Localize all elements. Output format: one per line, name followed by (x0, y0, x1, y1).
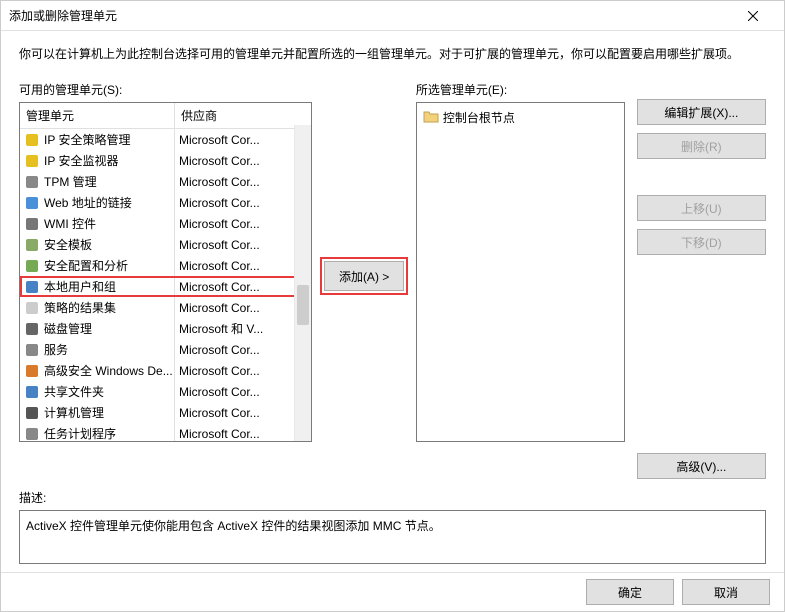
snapin-name: 策略的结果集 (44, 299, 116, 316)
snapin-name: 本地用户和组 (44, 278, 116, 295)
snapin-icon (24, 426, 40, 442)
move-down-button[interactable]: 下移(D) (637, 229, 766, 255)
snapin-vendor: Microsoft Cor... (175, 278, 311, 296)
snapin-icon (24, 153, 40, 169)
list-item[interactable]: 安全模板 Microsoft Cor... (20, 234, 311, 255)
list-item[interactable]: 本地用户和组 Microsoft Cor... (20, 276, 311, 297)
snapin-name: 高级安全 Windows De... (44, 362, 173, 379)
scrollbar-thumb[interactable] (297, 285, 309, 325)
edit-extensions-button[interactable]: 编辑扩展(X)... (637, 99, 766, 125)
snapin-icon (24, 195, 40, 211)
list-item[interactable]: TPM 管理 Microsoft Cor... (20, 171, 311, 192)
close-button[interactable] (730, 1, 776, 31)
description-section: 描述: ActiveX 控件管理单元使你能用包含 ActiveX 控件的结果视图… (19, 489, 766, 564)
selected-tree[interactable]: 控制台根节点 (416, 102, 625, 442)
main-row: 可用的管理单元(S): 管理单元 供应商 IP 安全策略管理 Microsoft … (19, 81, 766, 479)
snapin-icon (24, 279, 40, 295)
snapin-vendor: Microsoft Cor... (175, 215, 311, 233)
snapin-vendor: Microsoft Cor... (175, 131, 311, 149)
available-label: 可用的管理单元(S): (19, 81, 312, 98)
tree-root-label: 控制台根节点 (443, 109, 515, 126)
footer: 确定 取消 (1, 572, 784, 611)
list-item[interactable]: 策略的结果集 Microsoft Cor... (20, 297, 311, 318)
snapin-name: 计算机管理 (44, 404, 104, 421)
list-item[interactable]: 任务计划程序 Microsoft Cor... (20, 423, 311, 442)
list-item[interactable]: 计算机管理 Microsoft Cor... (20, 402, 311, 423)
snapin-icon (24, 342, 40, 358)
button-pane: 编辑扩展(X)... 删除(R) 上移(U) 下移(D) 高级(V)... (637, 81, 766, 479)
snapin-vendor: Microsoft Cor... (175, 299, 311, 317)
snapin-icon (24, 132, 40, 148)
snapin-vendor: Microsoft Cor... (175, 341, 311, 359)
snapin-name: IP 安全策略管理 (44, 131, 130, 148)
dialog-window: 添加或删除管理单元 你可以在计算机上为此控制台选择可用的管理单元并配置所选的一组… (0, 0, 785, 612)
snapin-name: 共享文件夹 (44, 383, 104, 400)
snapin-vendor: Microsoft Cor... (175, 152, 311, 170)
close-icon (748, 11, 758, 21)
selected-pane: 所选管理单元(E): 控制台根节点 (416, 81, 625, 479)
list-item[interactable]: Web 地址的链接 Microsoft Cor... (20, 192, 311, 213)
available-list[interactable]: 管理单元 供应商 IP 安全策略管理Microsoft Cor...IP 安全监… (19, 102, 312, 442)
list-item[interactable]: 安全配置和分析 Microsoft Cor... (20, 255, 311, 276)
list-item[interactable]: 共享文件夹 Microsoft Cor... (20, 381, 311, 402)
snapin-icon (24, 321, 40, 337)
snapin-name: IP 安全监视器 (44, 152, 118, 169)
selected-label: 所选管理单元(E): (416, 81, 625, 98)
snapin-vendor: Microsoft Cor... (175, 194, 311, 212)
dialog-content: 你可以在计算机上为此控制台选择可用的管理单元并配置所选的一组管理单元。对于可扩展… (1, 31, 784, 572)
ok-button[interactable]: 确定 (586, 579, 674, 605)
snapin-vendor: Microsoft 和 V... (175, 318, 311, 339)
snapin-icon (24, 405, 40, 421)
snapin-vendor: Microsoft Cor... (175, 173, 311, 191)
col-snapin[interactable]: 管理单元 (20, 103, 175, 128)
dialog-title: 添加或删除管理单元 (9, 7, 730, 24)
snapin-icon (24, 174, 40, 190)
snapin-name: 服务 (44, 341, 68, 358)
snapin-icon (24, 216, 40, 232)
snapin-icon (24, 363, 40, 379)
snapin-name: WMI 控件 (44, 215, 96, 232)
move-up-button[interactable]: 上移(U) (637, 195, 766, 221)
remove-button[interactable]: 删除(R) (637, 133, 766, 159)
middle-pane: 添加(A) > (324, 81, 404, 479)
intro-text: 你可以在计算机上为此控制台选择可用的管理单元并配置所选的一组管理单元。对于可扩展… (19, 45, 766, 63)
description-box: ActiveX 控件管理单元使你能用包含 ActiveX 控件的结果视图添加 M… (19, 510, 766, 564)
list-item[interactable]: WMI 控件 Microsoft Cor... (20, 213, 311, 234)
snapin-vendor: Microsoft Cor... (175, 404, 311, 422)
col-vendor[interactable]: 供应商 (175, 103, 311, 128)
list-item[interactable]: IP 安全策略管理 Microsoft Cor... (20, 129, 311, 150)
advanced-button[interactable]: 高级(V)... (637, 453, 766, 479)
snapin-vendor: Microsoft Cor... (175, 425, 311, 443)
available-pane: 可用的管理单元(S): 管理单元 供应商 IP 安全策略管理 Microsoft … (19, 81, 312, 479)
description-label: 描述: (19, 489, 766, 506)
folder-icon (423, 109, 439, 125)
snapin-name: Web 地址的链接 (44, 194, 132, 211)
titlebar: 添加或删除管理单元 (1, 1, 784, 31)
snapin-name: 安全配置和分析 (44, 257, 128, 274)
list-item[interactable]: 服务 Microsoft Cor... (20, 339, 311, 360)
scrollbar[interactable] (294, 125, 311, 441)
list-header: 管理单元 供应商 (20, 103, 311, 129)
list-item[interactable]: 高级安全 Windows De...Microsoft Cor... (20, 360, 311, 381)
description-text: ActiveX 控件管理单元使你能用包含 ActiveX 控件的结果视图添加 M… (26, 519, 441, 533)
snapin-icon (24, 300, 40, 316)
list-item[interactable]: 磁盘管理 Microsoft 和 V... (20, 318, 311, 339)
snapin-icon (24, 384, 40, 400)
snapin-icon (24, 258, 40, 274)
snapin-name: TPM 管理 (44, 173, 97, 190)
snapin-vendor: Microsoft Cor... (175, 257, 311, 275)
snapin-icon (24, 237, 40, 253)
snapin-vendor: Microsoft Cor... (175, 236, 311, 254)
snapin-name: 磁盘管理 (44, 320, 92, 337)
tree-root-item[interactable]: 控制台根节点 (421, 107, 620, 127)
add-button[interactable]: 添加(A) > (324, 261, 404, 291)
list-item[interactable]: IP 安全监视器 Microsoft Cor... (20, 150, 311, 171)
snapin-name: 安全模板 (44, 236, 92, 253)
snapin-name: 任务计划程序 (44, 425, 116, 442)
cancel-button[interactable]: 取消 (682, 579, 770, 605)
snapin-vendor: Microsoft Cor... (175, 383, 311, 401)
snapin-vendor: Microsoft Cor... (175, 362, 311, 380)
